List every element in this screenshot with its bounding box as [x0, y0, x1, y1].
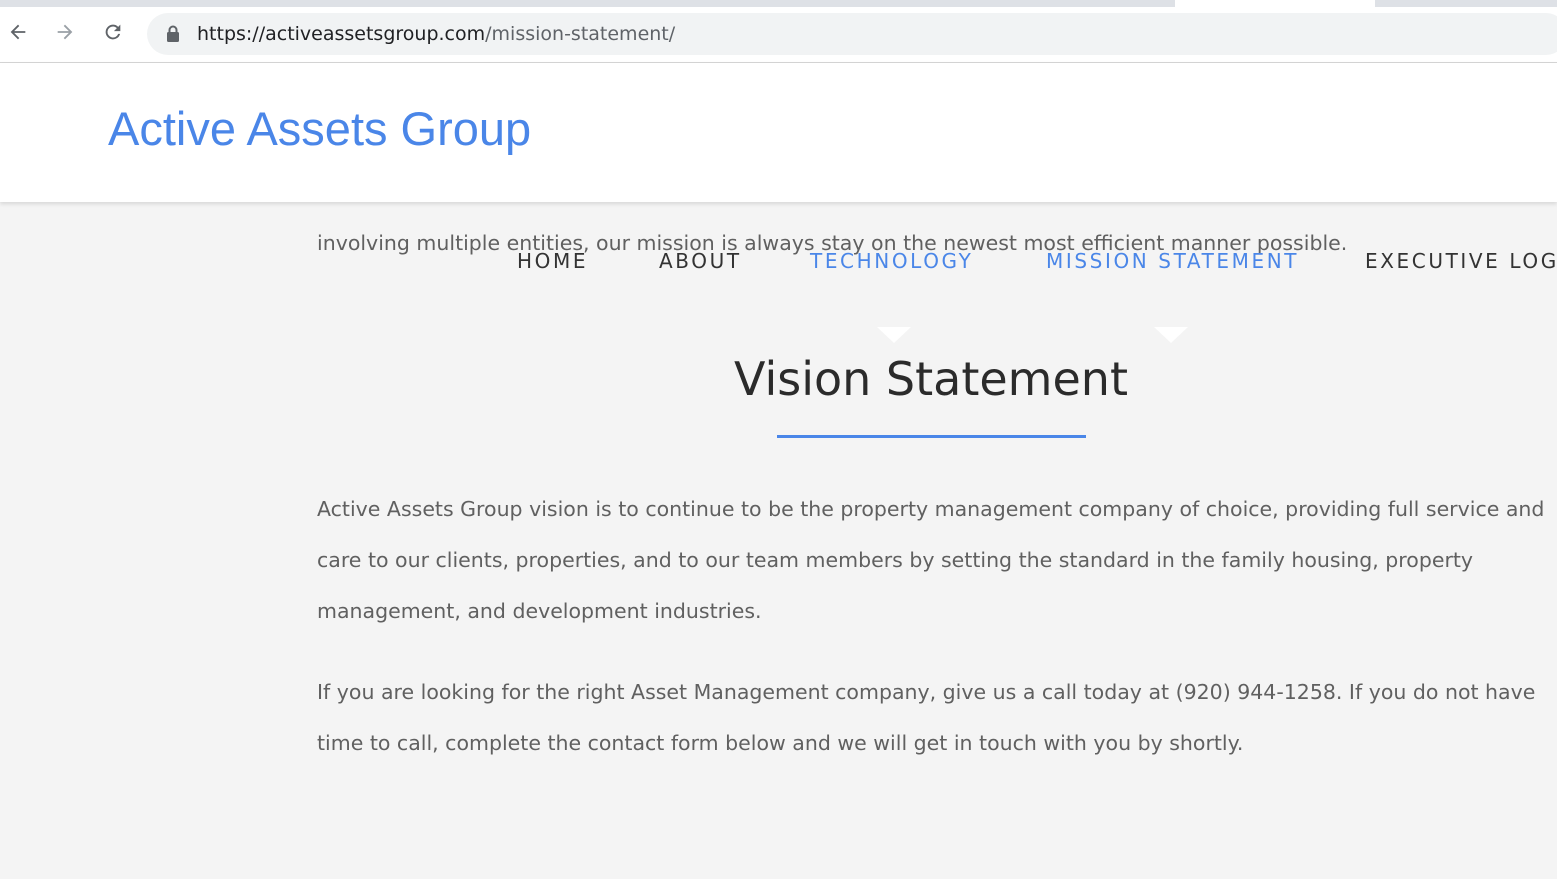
arrow-right-icon [57, 24, 73, 40]
nav-item-mission-statement[interactable]: MISSION STATEMENT [1046, 249, 1299, 273]
reload-icon [105, 24, 121, 40]
site-logo[interactable]: Active Assets Group [108, 101, 531, 156]
address-bar[interactable]: https://activeassetsgroup.com/mission-st… [147, 13, 1557, 55]
site-header: Active Assets Group [0, 63, 1557, 202]
nav-item-executive-log[interactable]: EXECUTIVE LOG [1365, 249, 1557, 273]
url-host: https://activeassetsgroup.com [197, 23, 486, 45]
nav-item-home[interactable]: HOME [517, 249, 588, 273]
url-path: /mission-statement/ [485, 23, 676, 45]
title-underline [777, 435, 1086, 438]
nav-item-about[interactable]: ABOUT [659, 249, 742, 273]
contact-paragraph: If you are looking for the right Asset M… [317, 680, 1536, 755]
dropdown-caret-icon [1154, 327, 1188, 343]
url-text[interactable]: https://activeassetsgroup.com/mission-st… [197, 23, 675, 45]
arrow-left-icon [10, 24, 26, 40]
reload-button[interactable] [99, 18, 127, 46]
browser-toolbar: https://activeassetsgroup.com/mission-st… [0, 0, 1557, 63]
dropdown-caret-icon [877, 327, 911, 343]
section-title: Vision Statement [734, 352, 1128, 406]
nav-item-technology[interactable]: TECHNOLOGY [810, 249, 973, 273]
tab-strip [0, 0, 1557, 7]
lock-icon [167, 25, 179, 42]
forward-button[interactable] [51, 18, 79, 46]
main-nav: HOME ABOUT TECHNOLOGY MISSION STATEMENT … [0, 249, 1557, 279]
active-tab[interactable] [1175, 0, 1375, 7]
vision-paragraph: Active Assets Group vision is to continu… [317, 497, 1545, 623]
back-button[interactable] [4, 18, 32, 46]
page-content: involving multiple entities, our mission… [0, 202, 1557, 879]
